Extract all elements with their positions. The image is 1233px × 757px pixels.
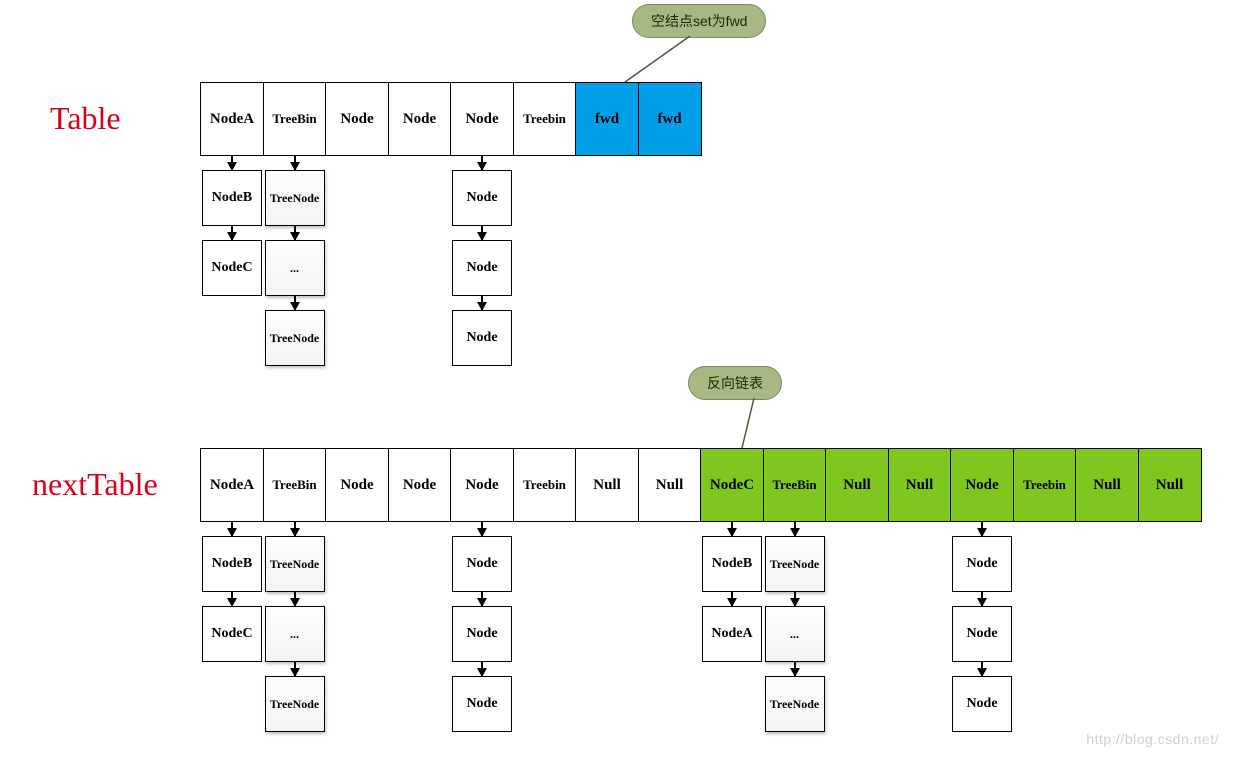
table-cell-5: Treebin xyxy=(513,82,577,156)
arrow-down-icon xyxy=(294,226,296,240)
nexttable-row: NodeATreeBinNodeNodeNodeTreebinNullNullN… xyxy=(200,448,1202,522)
arrow-down-icon xyxy=(294,662,296,676)
arrow-down-icon xyxy=(231,156,233,170)
arrow-down-icon xyxy=(794,522,796,536)
arrow-down-icon xyxy=(794,662,796,676)
next-chain4-2: Node xyxy=(452,676,512,732)
arrow-down-icon xyxy=(481,662,483,676)
table-cell-3: Node xyxy=(388,82,452,156)
arrow-down-icon xyxy=(731,522,733,536)
next-chain12-2: Node xyxy=(952,676,1012,732)
nexttable-cell-8: NodeC xyxy=(700,448,764,522)
arrow-down-icon xyxy=(294,522,296,536)
table-cell-6: fwd xyxy=(575,82,639,156)
arrow-down-icon xyxy=(294,296,296,310)
next-chain1-0: TreeNode xyxy=(265,536,325,592)
callout-bottom-line xyxy=(0,0,1233,500)
arrow-down-icon xyxy=(794,592,796,606)
nexttable-cell-11: Null xyxy=(888,448,952,522)
table-cell-2: Node xyxy=(325,82,389,156)
table-chain0-1: NodeC xyxy=(202,240,262,296)
nexttable-cell-2: Node xyxy=(325,448,389,522)
nexttable-cell-1: TreeBin xyxy=(263,448,327,522)
arrow-down-icon xyxy=(481,296,483,310)
table-cell-0: NodeA xyxy=(200,82,264,156)
nexttable-cell-13: Treebin xyxy=(1013,448,1077,522)
nexttable-cell-14: Null xyxy=(1075,448,1139,522)
arrow-down-icon xyxy=(294,592,296,606)
next-chain4-0: Node xyxy=(452,536,512,592)
arrow-down-icon xyxy=(481,592,483,606)
nexttable-cell-7: Null xyxy=(638,448,702,522)
table-chain4-0: Node xyxy=(452,170,512,226)
arrow-down-icon xyxy=(231,522,233,536)
nexttable-cell-0: NodeA xyxy=(200,448,264,522)
watermark: http://blog.csdn.net/ xyxy=(1086,731,1219,747)
next-chain8-0: NodeB xyxy=(702,536,762,592)
nexttable-cell-10: Null xyxy=(825,448,889,522)
nexttable-cell-4: Node xyxy=(450,448,514,522)
next-chain9-0: TreeNode xyxy=(765,536,825,592)
arrow-down-icon xyxy=(294,156,296,170)
arrow-down-icon xyxy=(981,592,983,606)
nexttable-cell-15: Null xyxy=(1138,448,1202,522)
next-chain12-1: Node xyxy=(952,606,1012,662)
nexttable-cell-6: Null xyxy=(575,448,639,522)
table-cell-1: TreeBin xyxy=(263,82,327,156)
table-chain4-1: Node xyxy=(452,240,512,296)
nexttable-cell-5: Treebin xyxy=(513,448,577,522)
arrow-down-icon xyxy=(981,662,983,676)
next-chain1-1: ... xyxy=(265,606,325,662)
next-chain9-1: ... xyxy=(765,606,825,662)
next-chain12-0: Node xyxy=(952,536,1012,592)
table-row: NodeATreeBinNodeNodeNodeTreebinfwdfwd xyxy=(200,82,702,156)
table-chain4-2: Node xyxy=(452,310,512,366)
arrow-down-icon xyxy=(481,156,483,170)
table-cell-4: Node xyxy=(450,82,514,156)
arrow-down-icon xyxy=(231,226,233,240)
arrow-down-icon xyxy=(981,522,983,536)
arrow-down-icon xyxy=(731,592,733,606)
next-chain9-2: TreeNode xyxy=(765,676,825,732)
table-chain0-0: NodeB xyxy=(202,170,262,226)
nexttable-cell-3: Node xyxy=(388,448,452,522)
arrow-down-icon xyxy=(481,522,483,536)
table-cell-7: fwd xyxy=(638,82,702,156)
arrow-down-icon xyxy=(481,226,483,240)
nexttable-cell-9: TreeBin xyxy=(763,448,827,522)
next-chain0-0: NodeB xyxy=(202,536,262,592)
nexttable-cell-12: Node xyxy=(950,448,1014,522)
arrow-down-icon xyxy=(231,592,233,606)
next-chain1-2: TreeNode xyxy=(265,676,325,732)
table-chain1-0: TreeNode xyxy=(265,170,325,226)
table-chain1-1: ... xyxy=(265,240,325,296)
next-chain0-1: NodeC xyxy=(202,606,262,662)
next-chain8-1: NodeA xyxy=(702,606,762,662)
next-chain4-1: Node xyxy=(452,606,512,662)
table-chain1-2: TreeNode xyxy=(265,310,325,366)
